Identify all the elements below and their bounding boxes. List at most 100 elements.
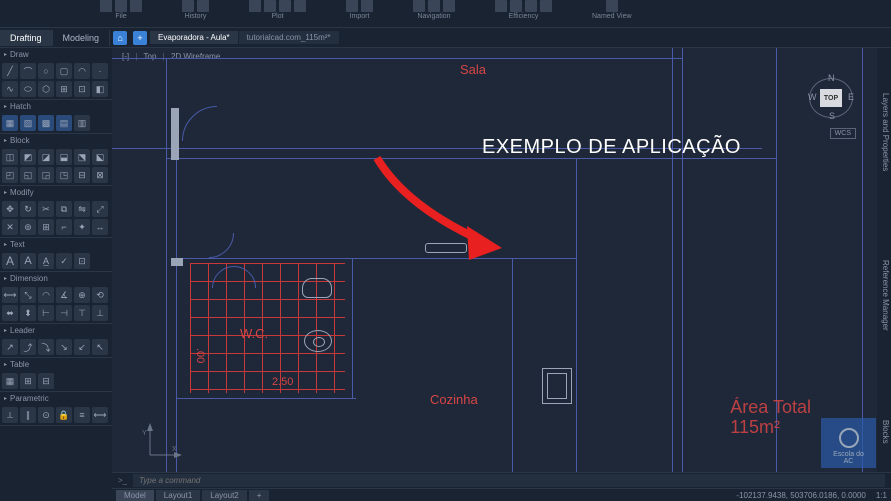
tab-drafting[interactable]: Drafting xyxy=(0,30,53,46)
home-icon[interactable]: ⌂ xyxy=(113,31,127,45)
wcs-label[interactable]: WCS xyxy=(830,128,856,139)
eff-icon[interactable] xyxy=(495,0,507,12)
stretch-tool-icon[interactable]: ↔ xyxy=(92,219,108,235)
polygon-tool-icon[interactable]: ⬡ xyxy=(38,81,54,97)
section-header[interactable]: Block xyxy=(0,134,112,147)
section-header[interactable]: Draw xyxy=(0,48,112,61)
view-icon[interactable] xyxy=(606,0,618,12)
arc-tool-icon[interactable]: ◠ xyxy=(74,63,90,79)
leader-tool-icon[interactable]: ↖ xyxy=(92,339,108,355)
point-tool-icon[interactable]: · xyxy=(92,63,108,79)
block-tool-icon[interactable]: ◫ xyxy=(2,149,18,165)
add-layout-button[interactable]: + xyxy=(249,490,270,501)
polyline-tool-icon[interactable]: ⌒ xyxy=(20,63,36,79)
rotate-tool-icon[interactable]: ↻ xyxy=(20,201,36,217)
explode-tool-icon[interactable]: ✦ xyxy=(74,219,90,235)
tab-modeling[interactable]: Modeling xyxy=(53,30,111,46)
hatch-tool-icon[interactable]: ▦ xyxy=(2,115,18,131)
block-tool-icon[interactable]: ◪ xyxy=(38,149,54,165)
leader-tool-icon[interactable]: ⤴ xyxy=(20,339,36,355)
move-tool-icon[interactable]: ✥ xyxy=(2,201,18,217)
dim-tool-icon[interactable]: ⬌ xyxy=(2,305,18,321)
block-tool-icon[interactable]: ⬓ xyxy=(56,149,72,165)
dim-tool-icon[interactable]: ⬍ xyxy=(20,305,36,321)
view-cube-face[interactable]: TOP xyxy=(820,89,842,107)
tool-icon[interactable]: ⊡ xyxy=(74,81,90,97)
trim-tool-icon[interactable]: ✂ xyxy=(38,201,54,217)
import-icon[interactable] xyxy=(346,0,358,12)
param-tool-icon[interactable]: ⟂ xyxy=(2,407,18,423)
ribbon-group-plot[interactable]: Plot xyxy=(249,0,306,20)
ellipse-tool-icon[interactable]: ⬭ xyxy=(20,81,36,97)
table-tool-icon[interactable]: ▦ xyxy=(2,373,18,389)
compass-s[interactable]: S xyxy=(829,111,835,121)
block-tool-icon[interactable]: ◳ xyxy=(56,167,72,183)
hatch-tool-icon[interactable]: ▩ xyxy=(38,115,54,131)
table-tool-icon[interactable]: ⊟ xyxy=(38,373,54,389)
text-tool-icon[interactable]: A xyxy=(2,253,18,269)
dim-tool-icon[interactable]: ⟲ xyxy=(92,287,108,303)
tab-layout2[interactable]: Layout2 xyxy=(202,490,246,501)
dim-tool-icon[interactable]: ⊢ xyxy=(38,305,54,321)
tab-layout1[interactable]: Layout1 xyxy=(156,490,200,501)
nav-icon[interactable] xyxy=(413,0,425,12)
table-tool-icon[interactable]: ⊞ xyxy=(20,373,36,389)
scale-readout[interactable]: 1:1 xyxy=(876,491,887,500)
param-tool-icon[interactable]: ≡ xyxy=(74,407,90,423)
param-tool-icon[interactable]: ⊙ xyxy=(38,407,54,423)
block-tool-icon[interactable]: ◩ xyxy=(20,149,36,165)
viewport-label[interactable]: [-] | Top | 2D Wireframe xyxy=(122,52,220,61)
undo-icon[interactable] xyxy=(182,0,194,12)
dim-tool-icon[interactable]: ⊣ xyxy=(56,305,72,321)
file-icon[interactable] xyxy=(100,0,112,12)
text-tool-icon[interactable]: ⊡ xyxy=(74,253,90,269)
ribbon-group-efficiency[interactable]: Efficiency xyxy=(495,0,552,20)
nav-icon[interactable] xyxy=(443,0,455,12)
block-tool-icon[interactable]: ◱ xyxy=(20,167,36,183)
tool-icon[interactable]: ◧ xyxy=(92,81,108,97)
dim-tool-icon[interactable]: ⊤ xyxy=(74,305,90,321)
file-icon[interactable] xyxy=(115,0,127,12)
plot-icon[interactable] xyxy=(294,0,306,12)
rectangle-tool-icon[interactable]: ▢ xyxy=(56,63,72,79)
block-tool-icon[interactable]: ⊟ xyxy=(74,167,90,183)
import-icon[interactable] xyxy=(361,0,373,12)
line-tool-icon[interactable]: ╱ xyxy=(2,63,18,79)
param-tool-icon[interactable]: 🔒 xyxy=(56,407,72,423)
leader-tool-icon[interactable]: ↗ xyxy=(2,339,18,355)
hatch-tool-icon[interactable]: ▨ xyxy=(20,115,36,131)
ribbon-group-history[interactable]: History xyxy=(182,0,209,20)
dim-tool-icon[interactable]: ⤡ xyxy=(20,287,36,303)
plot-icon[interactable] xyxy=(279,0,291,12)
dim-tool-icon[interactable]: ⊥ xyxy=(92,305,108,321)
spline-tool-icon[interactable]: ∿ xyxy=(2,81,18,97)
leader-tool-icon[interactable]: ↘ xyxy=(56,339,72,355)
section-header[interactable]: Leader xyxy=(0,324,112,337)
section-header[interactable]: Parametric xyxy=(0,392,112,405)
mirror-tool-icon[interactable]: ⇋ xyxy=(74,201,90,217)
dim-tool-icon[interactable]: ⟷ xyxy=(2,287,18,303)
block-tool-icon[interactable]: ◲ xyxy=(38,167,54,183)
ribbon-group-file[interactable]: File xyxy=(100,0,142,20)
section-header[interactable]: Text xyxy=(0,238,112,251)
text-tool-icon[interactable]: ✓ xyxy=(56,253,72,269)
file-icon[interactable] xyxy=(130,0,142,12)
view-cube[interactable]: TOP N S E W xyxy=(806,73,856,123)
nav-icon[interactable] xyxy=(428,0,440,12)
array-tool-icon[interactable]: ⊞ xyxy=(38,219,54,235)
offset-tool-icon[interactable]: ⊚ xyxy=(20,219,36,235)
compass-w[interactable]: W xyxy=(808,92,817,102)
eff-icon[interactable] xyxy=(525,0,537,12)
eff-icon[interactable] xyxy=(510,0,522,12)
section-header[interactable]: Table xyxy=(0,358,112,371)
tool-icon[interactable]: ⊞ xyxy=(56,81,72,97)
tab-model[interactable]: Model xyxy=(116,490,154,501)
block-tool-icon[interactable]: ⬕ xyxy=(92,149,108,165)
doc-tab[interactable]: tutorialcad.com_115m²* xyxy=(239,31,340,44)
hatch-tool-icon[interactable]: ▥ xyxy=(74,115,90,131)
param-tool-icon[interactable]: ⟷ xyxy=(92,407,108,423)
fillet-tool-icon[interactable]: ⌐ xyxy=(56,219,72,235)
erase-tool-icon[interactable]: ✕ xyxy=(2,219,18,235)
text-tool-icon[interactable]: A̲ xyxy=(38,253,54,269)
dim-tool-icon[interactable]: ∡ xyxy=(56,287,72,303)
